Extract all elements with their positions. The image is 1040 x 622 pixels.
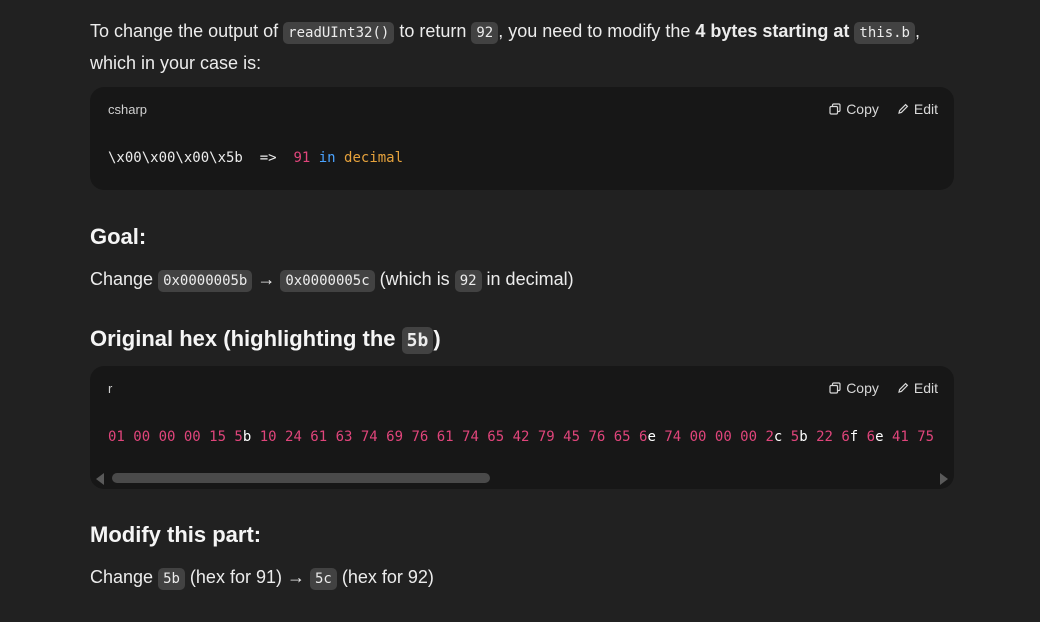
hex-segment: 10 24 61 63 74 69 76 61 74 65 42 79 45 7…: [251, 429, 648, 445]
goal-text-2: →: [252, 269, 281, 289]
goal-text-4: in decimal): [481, 269, 574, 289]
code-keyword: in: [318, 150, 336, 166]
code-bytes: \x00\x00\x00\x5b =>: [108, 150, 294, 166]
original-hex-heading: Original hex (highlighting the 5b): [90, 326, 441, 354]
modify-text-1: Change: [90, 567, 159, 587]
hex-segment: e: [647, 429, 656, 445]
code-language-label: csharp: [108, 102, 148, 117]
modify-paragraph: Change 5b (hex for 91) → 5c (hex for 92): [90, 561, 954, 593]
copy-label: Copy: [846, 380, 879, 396]
copy-label: Copy: [846, 101, 879, 117]
inline-code-5c: 5c: [309, 568, 337, 590]
hex-segment: 5: [782, 429, 800, 445]
hex-segment: e: [875, 429, 884, 445]
modify-heading: Modify this part:: [90, 522, 262, 547]
edit-label: Edit: [913, 101, 938, 117]
code-word: decimal: [344, 150, 404, 166]
inline-code-92: 92: [471, 22, 499, 44]
pencil-icon: [898, 103, 909, 114]
hex-segment: b: [799, 429, 808, 445]
modify-text-2: (hex for 91) →: [184, 567, 310, 587]
horizontal-scrollbar[interactable]: [90, 467, 954, 487]
scroll-left-arrow-icon[interactable]: [96, 473, 104, 485]
orig-heading-close: ): [433, 326, 441, 351]
hex-segment: 6: [858, 429, 876, 445]
inline-code-92-b: 92: [454, 270, 482, 292]
intro-text-1: To change the output of: [90, 21, 284, 41]
hex-segment: 22 6: [807, 429, 850, 445]
inline-code-5c-full: 0x0000005c: [280, 270, 375, 292]
inline-code-this-b: this.b: [854, 22, 915, 44]
hex-segment: 01 00 00 00 15 5: [108, 429, 243, 445]
code-block-r: r Copy Edit 01 00 00 00 15 5 b 10 24 61 6…: [90, 366, 954, 489]
code-block-csharp: csharp Copy Edit \x00\x00\x00\x5b => 91 …: [90, 87, 954, 190]
code-line: \x00\x00\x00\x5b => 91 in decimal: [108, 150, 403, 166]
copy-button[interactable]: Copy: [829, 101, 879, 117]
code-language-label: r: [108, 381, 113, 396]
code-number: 91: [293, 150, 311, 166]
copy-icon: [829, 382, 841, 394]
intro-bold: 4 bytes starting at: [695, 21, 850, 41]
intro-text-2: to return: [394, 21, 472, 41]
goal-text-3: (which is: [374, 269, 455, 289]
orig-heading-text: Original hex (highlighting the: [90, 326, 402, 351]
intro-text-3: , you need to modify the: [498, 21, 696, 41]
hex-segment: 74 00 00 00 2: [655, 429, 774, 445]
intro-line-2: which in your case is:: [90, 53, 262, 73]
goal-heading: Goal:: [90, 224, 147, 249]
hex-code-line: 01 00 00 00 15 5 b 10 24 61 63 74 69 76 6…: [108, 429, 934, 445]
inline-code-5b: 5b: [158, 568, 185, 590]
intro-paragraph: To change the output of readUInt32() to …: [90, 15, 954, 79]
code-block-actions: Copy Edit: [829, 380, 938, 396]
hex-segment: 41 75: [883, 429, 935, 445]
modify-text-3: (hex for 92): [336, 567, 434, 587]
goal-text-1: Change: [90, 269, 159, 289]
inline-code-5b-full: 0x0000005b: [158, 270, 253, 292]
copy-button[interactable]: Copy: [829, 380, 879, 396]
edit-button[interactable]: Edit: [897, 380, 938, 396]
edit-label: Edit: [913, 380, 938, 396]
intro-text-5: ,: [914, 21, 920, 41]
copy-icon: [829, 103, 841, 115]
goal-paragraph: Change 0x0000005b → 0x0000005c (which is…: [90, 263, 954, 295]
code-block-actions: Copy Edit: [829, 101, 938, 117]
pencil-icon: [898, 382, 909, 393]
scroll-right-arrow-icon[interactable]: [940, 473, 948, 485]
hex-segment: f: [849, 429, 859, 445]
inline-code-5b-heading: 5b: [401, 327, 434, 354]
inline-code-readuint32: readUInt32(): [283, 22, 395, 44]
scrollbar-thumb[interactable]: [112, 473, 490, 483]
edit-button[interactable]: Edit: [897, 101, 938, 117]
